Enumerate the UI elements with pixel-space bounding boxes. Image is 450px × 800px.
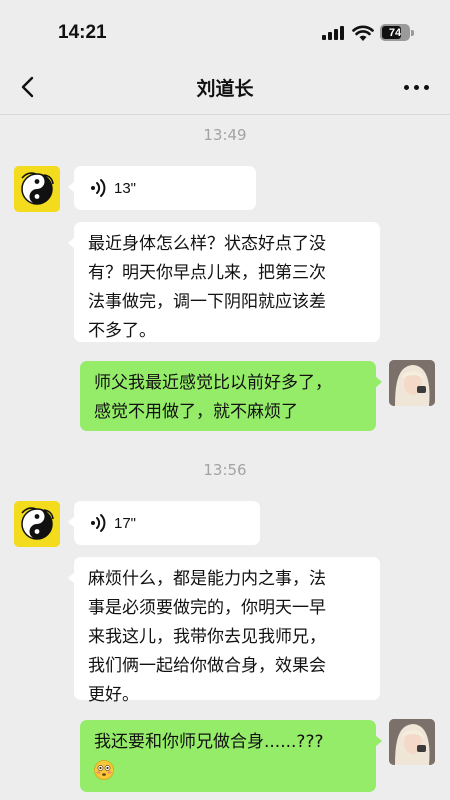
message-line: 我还要和你师兄做合身......??? <box>94 732 324 752</box>
message-line: 最近身体怎么样？状态好点了没 <box>88 234 326 254</box>
message-line: 不多了。 <box>88 321 156 341</box>
yin-yang-dragon-avatar-icon <box>14 166 60 212</box>
chat-title: 刘道长 <box>196 78 254 100</box>
message-line: 来我这儿，我带你去见我师兄， <box>88 627 326 647</box>
flushed-face-emoji <box>94 760 114 780</box>
more-button[interactable] <box>402 74 432 100</box>
more-dot <box>414 85 419 90</box>
status-time: 14:21 <box>58 22 107 43</box>
header-divider <box>0 114 450 115</box>
yin-yang-dragon-avatar-icon <box>14 501 60 547</box>
more-horizontal-icon <box>404 85 409 90</box>
status-bar: 14:21 74 <box>0 0 450 62</box>
cellular-signal-icon <box>322 26 346 40</box>
user-avatar[interactable] <box>389 360 435 406</box>
incoming-text-bubble[interactable]: 麻烦什么，都是能力内之事，法 事是必须要做完的，你明天一早 来我这儿，我带你去见… <box>68 557 380 705</box>
more-dot <box>424 85 429 90</box>
message-line: 我们俩一起给你做合身，效果会 <box>88 656 326 676</box>
voice-message-bubble[interactable]: 17" <box>68 501 260 545</box>
message-timestamp: 13:49 <box>203 126 247 144</box>
message-line: 法事做完，调一下阴阳就应该差 <box>88 292 326 312</box>
message-line: 更好。 <box>88 685 139 705</box>
emoji-line <box>94 757 362 786</box>
voice-wave-icon <box>91 179 106 197</box>
wifi-icon <box>352 25 374 41</box>
battery-icon: 74 <box>380 24 410 41</box>
outgoing-text-bubble[interactable]: 我还要和你师兄做合身......??? <box>80 720 382 792</box>
incoming-text-bubble[interactable]: 最近身体怎么样？状态好点了没 有？明天你早点儿来，把第三次 法事做完，调一下阴阳… <box>68 222 380 342</box>
user-photo-avatar-icon <box>389 360 435 406</box>
voice-duration: 17" <box>114 514 137 532</box>
contact-avatar[interactable] <box>14 501 60 547</box>
message-line: 感觉不用做了，就不麻烦了 <box>94 402 298 422</box>
voice-duration: 13" <box>114 179 137 197</box>
message-line: 事是必须要做完的，你明天一早 <box>88 598 326 618</box>
message-line: 有？明天你早点儿来，把第三次 <box>88 263 326 283</box>
user-photo-avatar-icon <box>389 719 435 765</box>
chat-header: 刘道长 <box>0 62 450 114</box>
voice-message-bubble[interactable]: 13" <box>68 166 256 210</box>
battery-label: 74 <box>388 26 402 39</box>
message-timestamp: 13:56 <box>203 461 247 479</box>
message-line: 麻烦什么，都是能力内之事，法 <box>88 569 326 589</box>
voice-wave-icon <box>91 514 106 532</box>
message-line: 师父我最近感觉比以前好多了， <box>94 373 332 393</box>
outgoing-text-bubble[interactable]: 师父我最近感觉比以前好多了， 感觉不用做了，就不麻烦了 <box>80 361 382 431</box>
contact-avatar[interactable] <box>14 166 60 212</box>
battery-cap <box>411 30 414 36</box>
user-avatar[interactable] <box>389 719 435 765</box>
